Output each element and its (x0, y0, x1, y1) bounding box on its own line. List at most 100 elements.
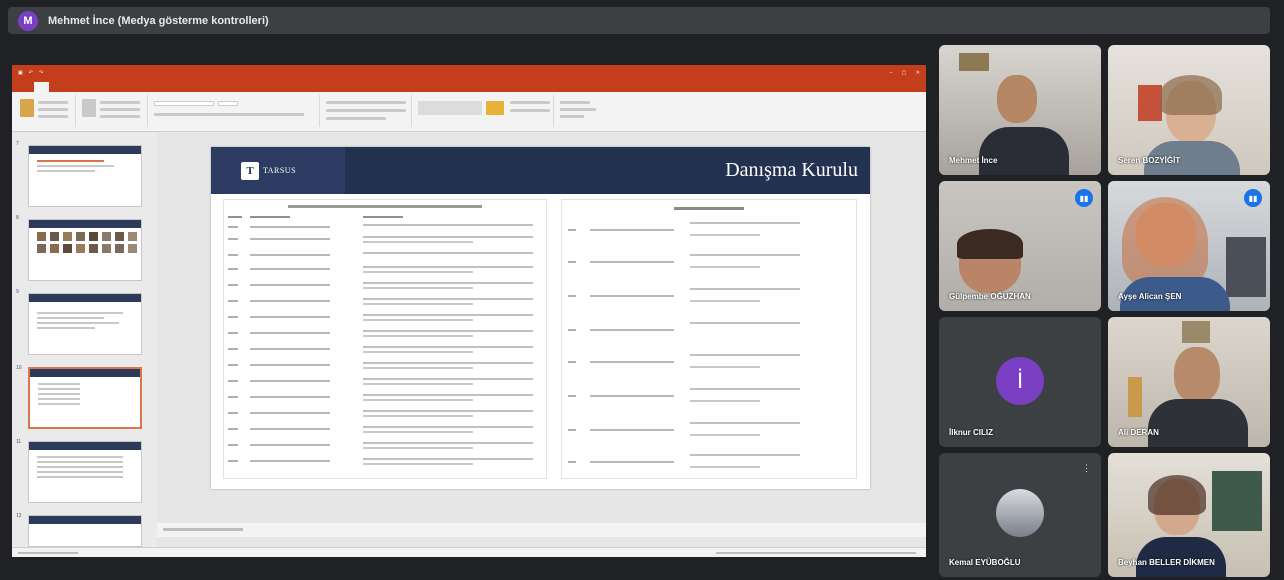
participant-name: Mehmet İnce (949, 156, 998, 165)
participant-name: Ayşe Alican ŞEN (1118, 292, 1182, 301)
ribbon-tab (135, 82, 153, 92)
participant-body (979, 127, 1069, 175)
table-row (228, 296, 542, 308)
participant-name: Gülpembe OĞUZHAN (949, 292, 1031, 301)
external-members-table (561, 199, 857, 479)
slide-thumbnail-selected[interactable] (28, 367, 142, 429)
slide-title: Danışma Kurulu (725, 159, 858, 181)
redo-icon: ↷ (38, 69, 44, 76)
participant-name: Seren BOZYİĞİT (1118, 156, 1181, 165)
thumbnail-number: 9 (16, 289, 19, 295)
mic-muted-icon: ⋮ (1082, 463, 1091, 473)
participant-name: İlknur CILIZ (949, 428, 993, 437)
table-heading (288, 205, 482, 208)
table-row (228, 440, 542, 452)
table-row (228, 360, 542, 372)
slide-thumbnail[interactable] (28, 441, 142, 503)
table-row (228, 222, 542, 234)
table-row (228, 408, 542, 420)
participant-hair (957, 229, 1023, 259)
mic-active-icon: ▮▮ (1075, 189, 1093, 207)
participant-tile[interactable]: Beyhan BELLER DİKMEN (1108, 453, 1270, 577)
participant-tile[interactable]: Seren BOZYİĞİT (1108, 45, 1270, 175)
table-row (228, 328, 542, 340)
shared-screen: ▣ ↶ ↷ – ▢ ✕ 7 8 9 10 11 12 T TARSUS Danı… (12, 65, 926, 557)
participant-tile[interactable]: Mehmet İnce (939, 45, 1101, 175)
participant-face (1174, 347, 1220, 403)
logo-text: TARSUS (263, 166, 297, 175)
participant-body (1136, 537, 1226, 577)
ppt-status-bar (12, 547, 926, 557)
table-row (228, 264, 542, 276)
ribbon-tab (49, 82, 63, 92)
table-row (566, 282, 852, 312)
participant-hair (1122, 197, 1208, 287)
table-row (228, 250, 542, 262)
background-shelf (1128, 377, 1142, 417)
thumbnail-number: 11 (16, 439, 22, 445)
participant-name: Beyhan BELLER DİKMEN (1118, 558, 1215, 567)
slide-thumbnail[interactable] (28, 219, 142, 281)
ribbon-group-slides (78, 95, 148, 127)
maximize-icon: ▢ (901, 69, 907, 76)
participant-hair (1160, 75, 1222, 115)
thumbnail-number: 7 (16, 141, 19, 147)
ppt-workspace: 7 8 9 10 11 12 T TARSUS Danışma Kurulu (12, 133, 926, 547)
participant-tile[interactable]: İ İlknur CILIZ (939, 317, 1101, 447)
mic-active-icon: ▮▮ (1244, 189, 1262, 207)
table-row (566, 248, 852, 278)
ribbon-group-drawing (414, 95, 554, 127)
ppt-ribbon-tabs (12, 80, 926, 92)
minimize-icon: – (889, 69, 893, 76)
ribbon-group-font (150, 95, 320, 127)
thumbnail-number: 12 (16, 513, 22, 519)
ribbon-group-clipboard (16, 95, 76, 127)
table-row (566, 382, 852, 412)
participant-avatar: İ (996, 357, 1044, 405)
ribbon-tab (97, 82, 117, 92)
slide-thumbnail[interactable] (28, 515, 142, 547)
thumbnail-number: 10 (16, 365, 22, 371)
presenter-title[interactable]: Mehmet İnce (Medya gösterme kontrolleri) (48, 15, 269, 27)
participant-name: Kemal EYÜBOĞLU (949, 558, 1021, 567)
table-row (566, 348, 852, 378)
table-row (228, 424, 542, 436)
table-row (566, 216, 852, 246)
save-icon: ▣ (18, 69, 23, 76)
table-row (228, 344, 542, 356)
background-chair (1212, 471, 1262, 531)
slide-thumbnail-pane: 7 8 9 10 11 12 (12, 133, 157, 547)
table-row (228, 456, 542, 468)
slide-thumbnail[interactable] (28, 293, 142, 355)
background-chair (1226, 237, 1266, 297)
table-row (228, 312, 542, 324)
university-logo: T TARSUS (211, 147, 345, 194)
ppt-title-bar: ▣ ↶ ↷ – ▢ ✕ (12, 65, 926, 80)
table-row (566, 416, 852, 446)
participant-tile-speaking[interactable]: ▮▮ Ayşe Alican ŞEN (1108, 181, 1270, 311)
participant-tile[interactable]: Ali DERAN (1108, 317, 1270, 447)
table-row (566, 448, 852, 478)
internal-members-table (223, 199, 547, 479)
wall-frame (1182, 321, 1210, 343)
logo-mark: T (241, 161, 259, 180)
table-row (228, 376, 542, 388)
participant-hair (1148, 475, 1206, 515)
current-slide: T TARSUS Danışma Kurulu (211, 147, 870, 489)
slide-thumbnail[interactable] (28, 145, 142, 207)
participant-name: Ali DERAN (1118, 428, 1159, 437)
participant-tile[interactable]: ▮▮ Gülpembe OĞUZHAN (939, 181, 1101, 311)
thumbnail-number: 8 (16, 215, 19, 221)
wall-frame (959, 53, 989, 71)
notes-pane[interactable] (157, 523, 926, 537)
participant-avatar-photo (996, 489, 1044, 537)
ribbon-tab (80, 82, 97, 92)
slide-header: T TARSUS Danışma Kurulu (211, 147, 870, 194)
ribbon-group-editing (556, 95, 616, 127)
table-row (566, 316, 852, 346)
presenter-bar[interactable]: M Mehmet İnce (Medya gösterme kontroller… (8, 7, 1270, 34)
close-icon: ✕ (915, 69, 920, 76)
presenter-avatar: M (18, 10, 38, 31)
table-row (228, 280, 542, 292)
participant-tile[interactable]: ⋮ Kemal EYÜBOĞLU (939, 453, 1101, 577)
